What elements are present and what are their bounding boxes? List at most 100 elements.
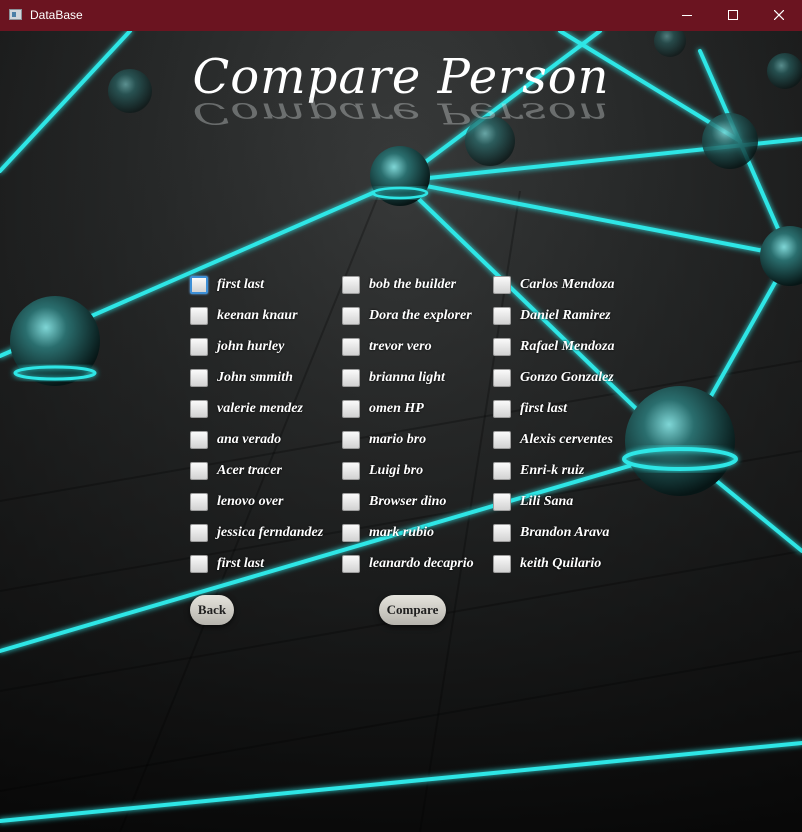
checkbox-label: Brandon Arava xyxy=(520,525,610,540)
checkbox-box[interactable] xyxy=(493,276,511,294)
person-checkbox[interactable]: Acer tracer xyxy=(190,460,282,482)
checkbox-label: Rafael Mendoza xyxy=(520,339,615,354)
person-checkbox[interactable]: John smmith xyxy=(190,367,293,389)
checkbox-box[interactable] xyxy=(342,524,360,542)
checkbox-box[interactable] xyxy=(190,493,208,511)
checkbox-box[interactable] xyxy=(190,555,208,573)
checkbox-label: first last xyxy=(217,556,265,571)
checkbox-box[interactable] xyxy=(342,493,360,511)
back-button[interactable]: Back xyxy=(190,595,234,625)
person-checkbox[interactable]: first last xyxy=(493,398,567,420)
checkbox-box[interactable] xyxy=(190,369,208,387)
checkbox-box[interactable] xyxy=(342,400,360,418)
checkbox-label: first last xyxy=(217,277,265,292)
checkbox-label: valerie mendez xyxy=(217,401,303,416)
person-checkbox[interactable]: Enri-k ruiz xyxy=(493,460,584,482)
checkbox-box[interactable] xyxy=(342,369,360,387)
close-icon xyxy=(774,10,784,20)
person-checkbox[interactable]: first last xyxy=(190,274,264,296)
person-checkbox[interactable]: john hurley xyxy=(190,336,284,358)
checkbox-label: Lili Sana xyxy=(520,494,574,509)
checkbox-box[interactable] xyxy=(493,524,511,542)
maximize-icon xyxy=(728,10,738,20)
checkbox-box[interactable] xyxy=(342,276,360,294)
checkbox-label: Gonzo Gonzalez xyxy=(520,370,614,385)
person-checkbox[interactable]: Lili Sana xyxy=(493,491,573,513)
minimize-button[interactable] xyxy=(664,0,710,31)
person-checkbox[interactable]: mark rubio xyxy=(342,522,434,544)
person-checkbox[interactable]: Browser dino xyxy=(342,491,446,513)
person-checkbox[interactable]: Brandon Arava xyxy=(493,522,609,544)
checkbox-box[interactable] xyxy=(493,369,511,387)
checkbox-label: omen HP xyxy=(369,401,424,416)
person-checkbox[interactable]: Luigi bro xyxy=(342,460,423,482)
title-bar[interactable]: DataBase xyxy=(0,0,802,31)
checkbox-box[interactable] xyxy=(190,431,208,449)
maximize-button[interactable] xyxy=(710,0,756,31)
checkbox-box[interactable] xyxy=(190,400,208,418)
person-checkbox[interactable]: jessica ferndandez xyxy=(190,522,323,544)
checkbox-label: Daniel Ramirez xyxy=(520,308,611,323)
person-checkbox[interactable]: trevor vero xyxy=(342,336,432,358)
checkbox-label: keith Quilario xyxy=(520,556,602,571)
checkbox-label: lenovo over xyxy=(217,494,284,509)
checkbox-label: jessica ferndandez xyxy=(217,525,324,540)
checkbox-label: bob the builder xyxy=(369,277,457,292)
app-window: DataBase Compare Person Compare Person f… xyxy=(0,0,802,832)
checkbox-label: ana verado xyxy=(217,432,282,447)
checkbox-label: Dora the explorer xyxy=(369,308,472,323)
person-checkbox[interactable]: mario bro xyxy=(342,429,426,451)
checkbox-box[interactable] xyxy=(493,400,511,418)
checkbox-label: Carlos Mendoza xyxy=(520,277,615,292)
compare-button[interactable]: Compare xyxy=(379,595,446,625)
person-checkbox[interactable]: omen HP xyxy=(342,398,424,420)
app-icon xyxy=(9,9,22,20)
page-title-reflection: Compare Person xyxy=(192,96,610,130)
checkbox-box[interactable] xyxy=(190,524,208,542)
checkbox-label: mario bro xyxy=(369,432,427,447)
checkbox-label: Browser dino xyxy=(369,494,447,509)
person-checkbox[interactable]: lenovo over xyxy=(190,491,283,513)
checkbox-box[interactable] xyxy=(190,462,208,480)
checkbox-label: first last xyxy=(520,401,568,416)
checkbox-label: leanardo decaprio xyxy=(369,556,474,571)
person-checkbox[interactable]: Daniel Ramirez xyxy=(493,305,611,327)
checkbox-label: brianna light xyxy=(369,370,445,385)
checkbox-box[interactable] xyxy=(342,431,360,449)
checkbox-label: john hurley xyxy=(217,339,285,354)
checkbox-box[interactable] xyxy=(493,431,511,449)
checkbox-label: John smmith xyxy=(217,370,293,385)
checkbox-box[interactable] xyxy=(190,276,208,294)
checkbox-box[interactable] xyxy=(342,307,360,325)
checkbox-box[interactable] xyxy=(342,338,360,356)
person-checkbox[interactable]: ana verado xyxy=(190,429,281,451)
person-checkbox[interactable]: Dora the explorer xyxy=(342,305,472,327)
checkbox-box[interactable] xyxy=(190,307,208,325)
person-checkbox[interactable]: bob the builder xyxy=(342,274,456,296)
person-checkbox[interactable]: Gonzo Gonzalez xyxy=(493,367,614,389)
person-checkbox[interactable]: leanardo decaprio xyxy=(342,553,474,575)
checkbox-box[interactable] xyxy=(493,555,511,573)
checkbox-box[interactable] xyxy=(493,493,511,511)
person-checkbox[interactable]: valerie mendez xyxy=(190,398,303,420)
minimize-icon xyxy=(682,15,692,16)
person-checkbox[interactable]: Alexis cerventes xyxy=(493,429,613,451)
person-checkbox[interactable]: Rafael Mendoza xyxy=(493,336,615,358)
person-checkbox[interactable]: brianna light xyxy=(342,367,445,389)
checkbox-label: Acer tracer xyxy=(217,463,282,478)
checkbox-box[interactable] xyxy=(493,307,511,325)
checkbox-label: trevor vero xyxy=(369,339,432,354)
person-checkbox[interactable]: keith Quilario xyxy=(493,553,601,575)
checkbox-label: keenan knaur xyxy=(217,308,298,323)
person-checkbox[interactable]: keenan knaur xyxy=(190,305,298,327)
checkbox-box[interactable] xyxy=(493,462,511,480)
content-area: Compare Person Compare Person first last… xyxy=(0,31,802,832)
person-checkbox[interactable]: Carlos Mendoza xyxy=(493,274,615,296)
checkbox-box[interactable] xyxy=(342,555,360,573)
close-button[interactable] xyxy=(756,0,802,31)
checkbox-label: Luigi bro xyxy=(369,463,424,478)
checkbox-box[interactable] xyxy=(342,462,360,480)
person-checkbox[interactable]: first last xyxy=(190,553,264,575)
checkbox-box[interactable] xyxy=(190,338,208,356)
checkbox-box[interactable] xyxy=(493,338,511,356)
